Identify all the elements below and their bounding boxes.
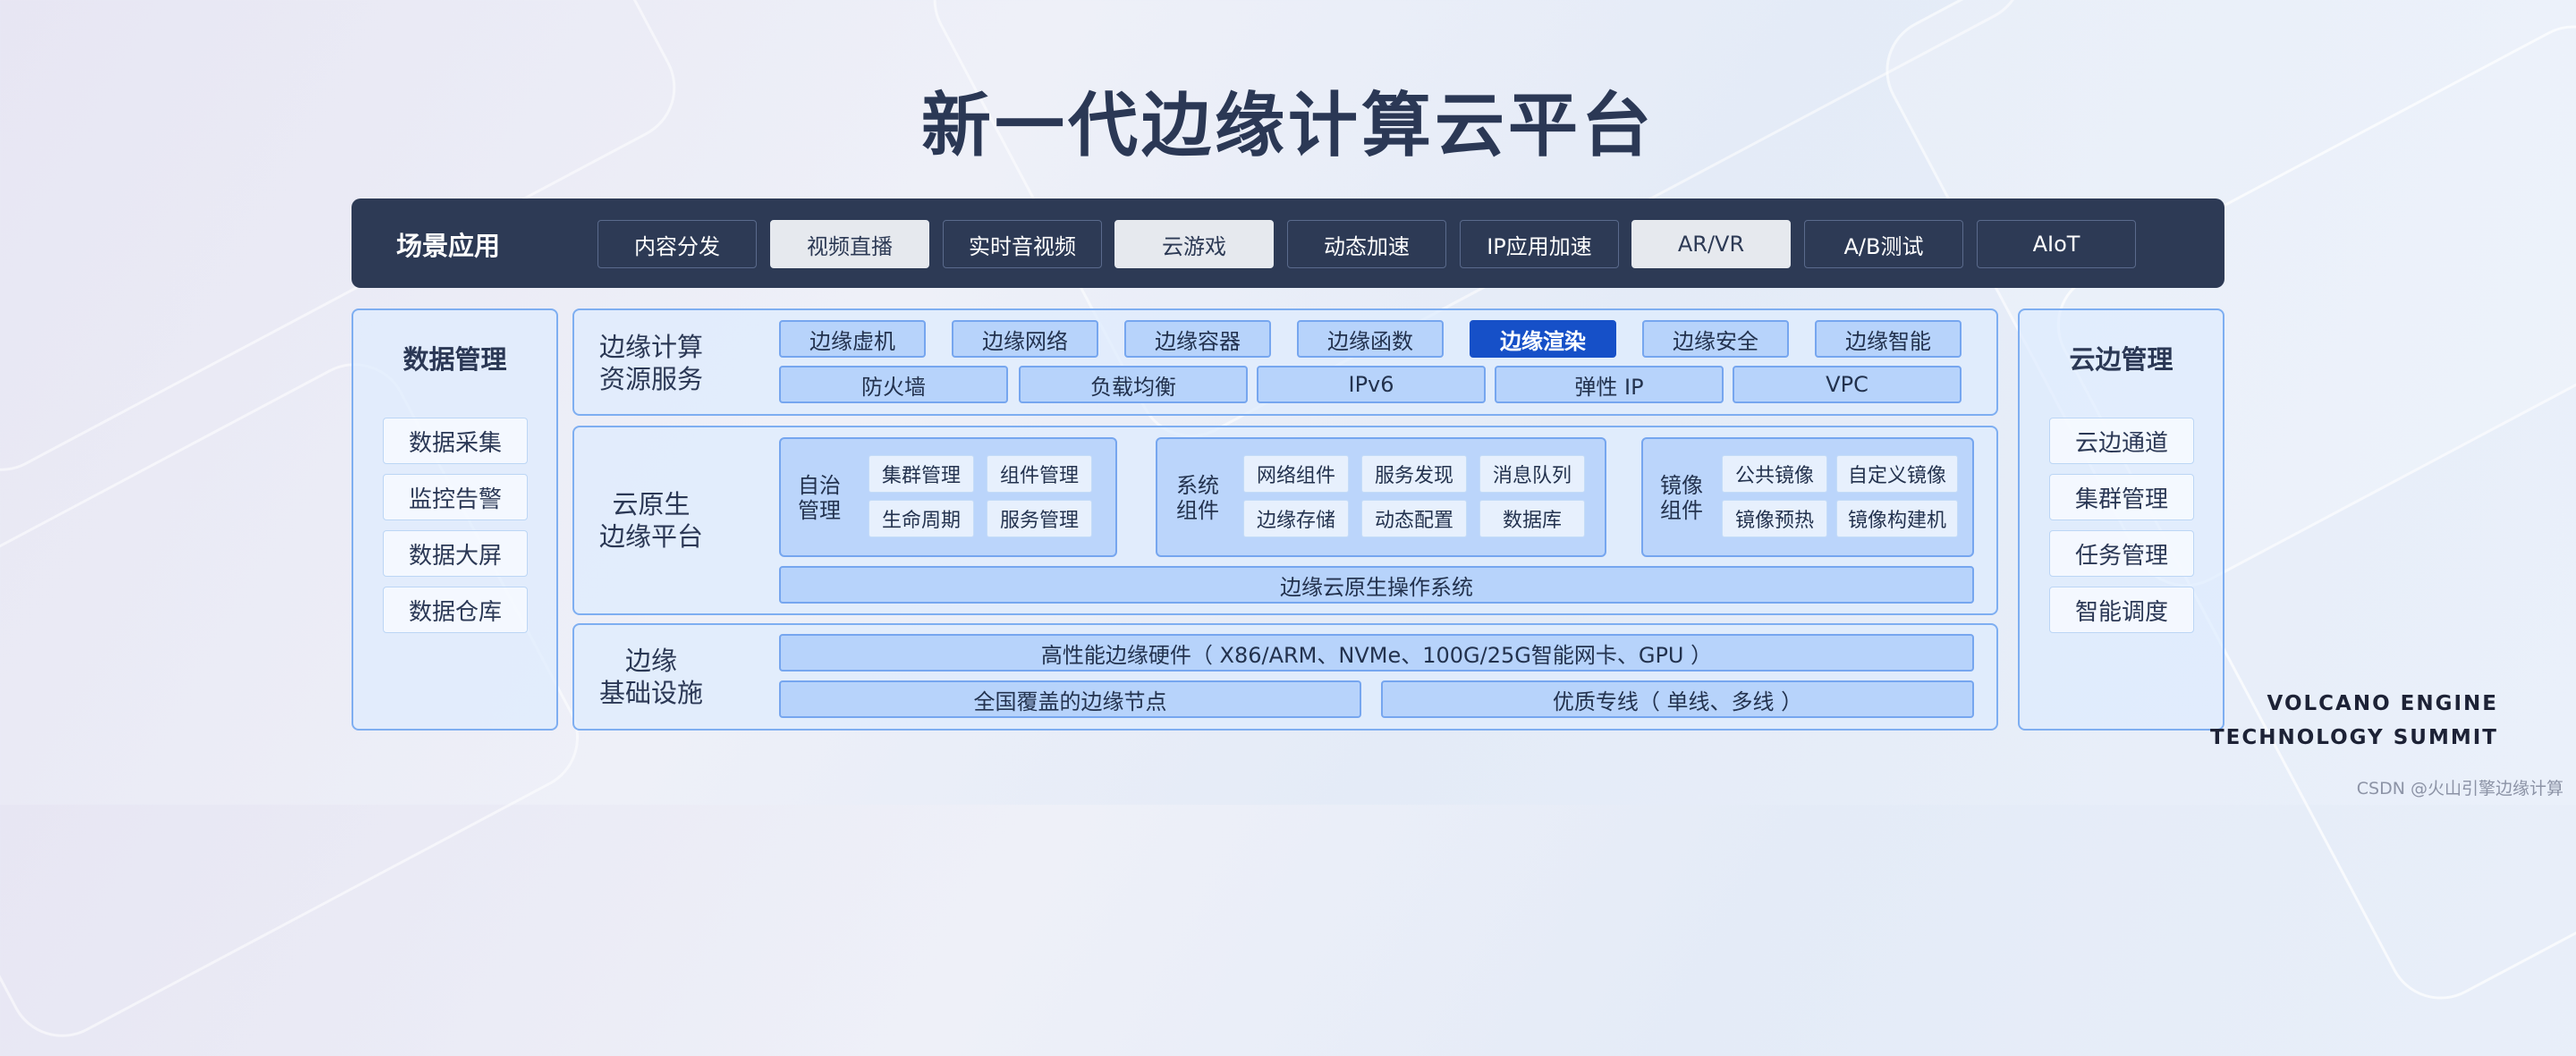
edge-hardware[interactable]: 高性能边缘硬件（ X86/ARM、NVMe、100G/25G智能网卡、GPU ） xyxy=(779,634,1974,672)
cloud-native-label-line1: 云原生 xyxy=(612,489,691,520)
infrastructure-panel: 边缘 基础设施 高性能边缘硬件（ X86/ARM、NVMe、100G/25G智能… xyxy=(572,623,1998,731)
brand-logo-text: VOLCANO ENGINE TECHNOLOGY SUMMIT xyxy=(2210,687,2498,755)
system-component-chip[interactable]: 服务发现 xyxy=(1361,455,1467,493)
scenario-bar: 场景应用 内容分发 视频直播 实时音视频 云游戏 动态加速 IP应用加速 AR/… xyxy=(352,199,2224,288)
data-management-item[interactable]: 数据大屏 xyxy=(383,530,528,577)
image-component-chip[interactable]: 镜像预热 xyxy=(1722,500,1827,537)
scenario-item[interactable]: AR/VR xyxy=(1631,220,1791,268)
network-service-item[interactable]: IPv6 xyxy=(1257,366,1486,403)
cloud-native-label: 云原生 边缘平台 xyxy=(599,488,703,553)
image-components-group-label-line2: 组件 xyxy=(1660,498,1703,523)
scenario-item[interactable]: 内容分发 xyxy=(597,220,757,268)
compute-services-label: 边缘计算 资源服务 xyxy=(599,331,703,395)
compute-service-item[interactable]: 边缘网络 xyxy=(952,320,1098,358)
autonomy-group: 自治 管理 集群管理 组件管理 生命周期 服务管理 xyxy=(779,437,1117,557)
network-service-item[interactable]: 负载均衡 xyxy=(1019,366,1248,403)
system-components-group: 系统 组件 网络组件 服务发现 消息队列 边缘存储 动态配置 数据库 xyxy=(1156,437,1606,557)
scenario-item[interactable]: IP应用加速 xyxy=(1460,220,1619,268)
compute-services-label-line2: 资源服务 xyxy=(599,364,704,394)
image-component-chip[interactable]: 自定义镜像 xyxy=(1836,455,1958,493)
image-components-group: 镜像 组件 公共镜像 自定义镜像 镜像预热 镜像构建机 xyxy=(1641,437,1974,557)
image-components-group-label: 镜像 组件 xyxy=(1659,473,1704,523)
page-title: 新一代边缘计算云平台 xyxy=(920,86,1655,166)
autonomy-group-label-line1: 自治 xyxy=(798,473,841,498)
system-component-chip[interactable]: 数据库 xyxy=(1479,500,1585,537)
system-component-chip[interactable]: 边缘存储 xyxy=(1243,500,1349,537)
infrastructure-label: 边缘 基础设施 xyxy=(599,645,703,709)
watermark: CSDN @火山引擎边缘计算 xyxy=(2356,779,2563,798)
scenario-item[interactable]: 实时音视频 xyxy=(943,220,1102,268)
autonomy-chip[interactable]: 组件管理 xyxy=(987,455,1092,493)
compute-service-item[interactable]: 边缘智能 xyxy=(1815,320,1962,358)
autonomy-chip[interactable]: 集群管理 xyxy=(869,455,974,493)
data-management-title: 数据管理 xyxy=(402,344,507,375)
compute-service-item-active[interactable]: 边缘渲染 xyxy=(1470,320,1616,358)
data-management-item[interactable]: 数据采集 xyxy=(383,418,528,464)
scenario-item[interactable]: AIoT xyxy=(1977,220,2136,268)
system-component-chip[interactable]: 网络组件 xyxy=(1243,455,1349,493)
network-service-item[interactable]: 防火墙 xyxy=(779,366,1008,403)
compute-service-item[interactable]: 边缘安全 xyxy=(1642,320,1789,358)
system-component-chip[interactable]: 消息队列 xyxy=(1479,455,1585,493)
compute-services-panel: 边缘计算 资源服务 边缘虚机 边缘网络 边缘容器 边缘函数 边缘渲染 边缘安全 … xyxy=(572,308,1998,416)
compute-service-item[interactable]: 边缘虚机 xyxy=(779,320,926,358)
cloud-native-panel: 云原生 边缘平台 自治 管理 集群管理 组件管理 生命周期 服务管理 系统 组件… xyxy=(572,426,1998,615)
edge-nodes[interactable]: 全国覆盖的边缘节点 xyxy=(779,680,1361,718)
network-service-item[interactable]: 弹性 IP xyxy=(1495,366,1724,403)
brand-line1: VOLCANO ENGINE xyxy=(2267,692,2498,715)
system-components-group-label-line2: 组件 xyxy=(1176,498,1219,523)
compute-services-label-line1: 边缘计算 xyxy=(599,332,704,362)
cloud-edge-management-panel: 云边管理 云边通道 集群管理 任务管理 智能调度 xyxy=(2018,308,2224,731)
data-management-panel: 数据管理 数据采集 监控告警 数据大屏 数据仓库 xyxy=(352,308,558,731)
scenario-item[interactable]: 云游戏 xyxy=(1114,220,1274,268)
scenario-item[interactable]: 视频直播 xyxy=(770,220,929,268)
scenario-label: 场景应用 xyxy=(396,231,501,261)
scenario-item[interactable]: A/B测试 xyxy=(1804,220,1963,268)
scenario-item[interactable]: 动态加速 xyxy=(1287,220,1446,268)
autonomy-group-label-line2: 管理 xyxy=(798,498,841,523)
cloud-edge-management-item[interactable]: 集群管理 xyxy=(2049,474,2194,520)
system-components-group-label-line1: 系统 xyxy=(1176,473,1219,498)
infrastructure-label-line1: 边缘 xyxy=(624,646,677,676)
image-components-group-label-line1: 镜像 xyxy=(1660,473,1703,498)
data-management-item[interactable]: 数据仓库 xyxy=(383,587,528,633)
cloud-edge-management-title: 云边管理 xyxy=(2069,344,2174,375)
image-component-chip[interactable]: 公共镜像 xyxy=(1722,455,1827,493)
system-component-chip[interactable]: 动态配置 xyxy=(1361,500,1467,537)
system-components-group-label: 系统 组件 xyxy=(1175,473,1220,523)
cloud-native-label-line2: 边缘平台 xyxy=(599,521,704,552)
data-management-item[interactable]: 监控告警 xyxy=(383,474,528,520)
compute-service-item[interactable]: 边缘容器 xyxy=(1124,320,1271,358)
network-service-item[interactable]: VPC xyxy=(1733,366,1962,403)
cloud-edge-management-item[interactable]: 云边通道 xyxy=(2049,418,2194,464)
dedicated-lines[interactable]: 优质专线（ 单线、多线 ） xyxy=(1381,680,1974,718)
edge-cloud-native-os[interactable]: 边缘云原生操作系统 xyxy=(779,566,1974,604)
autonomy-group-label: 自治 管理 xyxy=(797,473,842,523)
autonomy-chip[interactable]: 服务管理 xyxy=(987,500,1092,537)
autonomy-chip[interactable]: 生命周期 xyxy=(869,500,974,537)
infrastructure-label-line2: 基础设施 xyxy=(599,678,704,708)
cloud-edge-management-item[interactable]: 任务管理 xyxy=(2049,530,2194,577)
compute-service-item[interactable]: 边缘函数 xyxy=(1297,320,1444,358)
brand-line2: TECHNOLOGY SUMMIT xyxy=(2209,726,2498,749)
cloud-edge-management-item[interactable]: 智能调度 xyxy=(2049,587,2194,633)
image-component-chip[interactable]: 镜像构建机 xyxy=(1836,500,1958,537)
